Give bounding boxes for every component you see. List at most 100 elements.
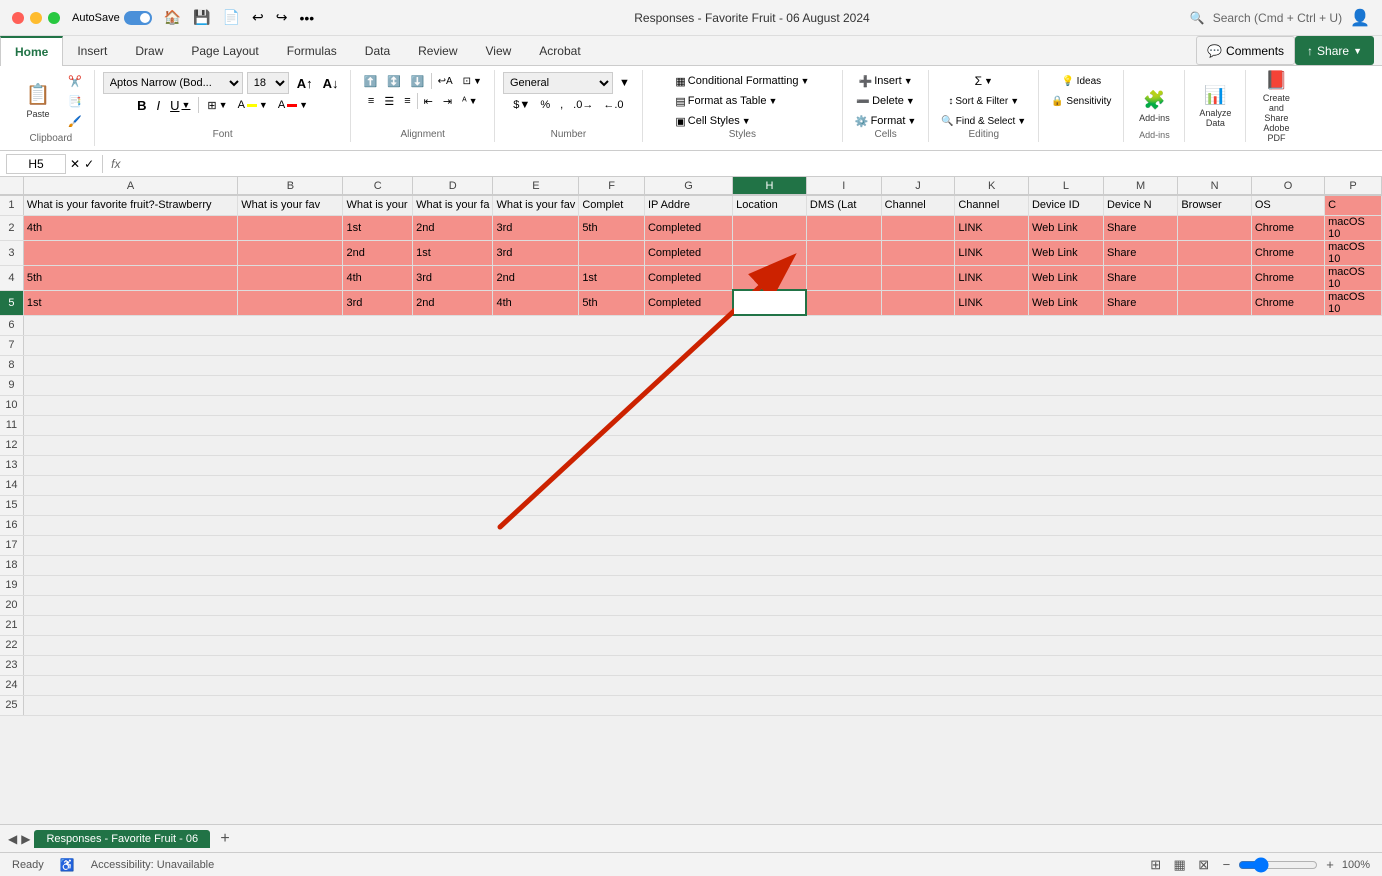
cell-M4[interactable]: Share [1103, 265, 1177, 290]
underline-button[interactable]: U ▼ [166, 96, 194, 114]
zoom-minus-button[interactable]: − [1223, 857, 1231, 872]
row-num-20[interactable]: 20 [0, 595, 23, 615]
add-sheet-button[interactable]: + [214, 828, 236, 850]
percent-button[interactable]: % [536, 96, 554, 114]
cell-H2[interactable] [733, 215, 807, 240]
cancel-formula-icon[interactable]: ✕ [70, 157, 80, 171]
fill-color-button[interactable]: A ▼ [234, 96, 272, 114]
cell-K1[interactable]: Channel [955, 195, 1029, 215]
cell-styles-button[interactable]: ▣ Cell Styles ▼ [671, 112, 813, 130]
cell-B1[interactable]: What is your fav [238, 195, 343, 215]
row-num-9[interactable]: 9 [0, 375, 23, 395]
find-select-button[interactable]: 🔍 Find & Select ▼ [937, 112, 1030, 130]
cell-F3[interactable] [579, 240, 645, 265]
cell-H3[interactable] [733, 240, 807, 265]
cell-L5[interactable]: Web Link [1028, 290, 1103, 315]
font-name-select[interactable]: Aptos Narrow (Bod... [103, 72, 243, 94]
undo-icon[interactable]: ↩ [252, 9, 264, 26]
paste-button[interactable]: 📋 Paste [16, 72, 60, 128]
cell-N1[interactable]: Browser [1178, 195, 1252, 215]
share-button[interactable]: ↑ Share ▼ [1295, 36, 1374, 65]
normal-view-button[interactable]: ⊞ [1145, 856, 1167, 874]
conditional-formatting-button[interactable]: ▦ Conditional Formatting ▼ [671, 72, 813, 90]
tab-draw[interactable]: Draw [121, 36, 177, 65]
autosave-toggle[interactable] [124, 11, 152, 25]
bold-button[interactable]: B [133, 96, 150, 114]
increase-font-button[interactable]: A↑ [293, 74, 317, 92]
border-button[interactable]: ⊞ ▼ [203, 96, 231, 114]
cell-A4[interactable]: 5th [23, 265, 237, 290]
cell-J5[interactable] [881, 290, 955, 315]
row-num-25[interactable]: 25 [0, 695, 23, 715]
col-header-I[interactable]: I [806, 177, 881, 195]
cell-I5[interactable] [806, 290, 881, 315]
tab-home[interactable]: Home [0, 36, 63, 66]
align-middle-button[interactable]: ↕️ [383, 72, 405, 90]
sheet-tab-active[interactable]: Responses - Favorite Fruit - 06 [34, 830, 210, 848]
ideas-button[interactable]: 💡 Ideas [1057, 72, 1105, 90]
cell-M1[interactable]: Device N [1103, 195, 1177, 215]
row-num-18[interactable]: 18 [0, 555, 23, 575]
format-painter-button[interactable]: 🖌️ [64, 112, 86, 130]
row-num-2[interactable]: 2 [0, 215, 23, 240]
window-controls[interactable] [12, 12, 60, 24]
cell-O5[interactable]: Chrome [1251, 290, 1324, 315]
indent-increase-button[interactable]: ⇥ [439, 92, 456, 110]
row-num-15[interactable]: 15 [0, 495, 23, 515]
cell-I3[interactable] [806, 240, 881, 265]
confirm-formula-icon[interactable]: ✓ [84, 157, 94, 171]
cell-M5[interactable]: Share [1103, 290, 1177, 315]
italic-button[interactable]: I [152, 96, 164, 114]
cell-D2[interactable]: 2nd [413, 215, 493, 240]
sensitivity-button[interactable]: 🔒 Sensitivity [1047, 92, 1115, 110]
home-icon[interactable]: 🏠 [164, 9, 181, 26]
sum-button[interactable]: Σ ▼ [971, 72, 997, 90]
col-header-E[interactable]: E [493, 177, 579, 195]
wrap-text-button[interactable]: ↩A [434, 72, 457, 90]
cell-A1[interactable]: What is your favorite fruit?-Strawberry [23, 195, 237, 215]
zoom-slider[interactable] [1238, 857, 1318, 873]
cell-P5[interactable]: macOS 10 [1325, 290, 1382, 315]
font-color-button[interactable]: A ▼ [274, 96, 312, 114]
cell-I1[interactable]: DMS (Lat [806, 195, 881, 215]
currency-button[interactable]: $▼ [509, 96, 534, 114]
cell-M3[interactable]: Share [1103, 240, 1177, 265]
row-num-13[interactable]: 13 [0, 455, 23, 475]
row-num-17[interactable]: 17 [0, 535, 23, 555]
cell-B2[interactable] [238, 215, 343, 240]
col-header-G[interactable]: G [644, 177, 732, 195]
cell-A2[interactable]: 4th [23, 215, 237, 240]
cell-B3[interactable] [238, 240, 343, 265]
cell-A3[interactable] [23, 240, 237, 265]
cell-P4[interactable]: macOS 10 [1325, 265, 1382, 290]
row-num-19[interactable]: 19 [0, 575, 23, 595]
cell-D1[interactable]: What is your fa [413, 195, 493, 215]
cut-button[interactable]: ✂️ [64, 72, 86, 90]
cell-N2[interactable] [1178, 215, 1252, 240]
scroll-right-icon[interactable]: ▶ [21, 832, 30, 846]
align-top-button[interactable]: ⬆️ [359, 72, 381, 90]
cell-C2[interactable]: 1st [343, 215, 413, 240]
tab-formulas[interactable]: Formulas [273, 36, 351, 65]
cell-L3[interactable]: Web Link [1028, 240, 1103, 265]
cell-D5[interactable]: 2nd [413, 290, 493, 315]
text-direction-button[interactable]: ᴬ▼ [458, 92, 481, 110]
maximize-button[interactable] [48, 12, 60, 24]
close-button[interactable] [12, 12, 24, 24]
cell-J3[interactable] [881, 240, 955, 265]
col-header-D[interactable]: D [413, 177, 493, 195]
add-ins-button[interactable]: 🧩 Add-ins [1132, 78, 1176, 134]
cell-B5[interactable] [238, 290, 343, 315]
cell-G2[interactable]: Completed [644, 215, 732, 240]
minimize-button[interactable] [30, 12, 42, 24]
cell-K4[interactable]: LINK [955, 265, 1029, 290]
formula-input[interactable] [124, 154, 1376, 174]
col-header-N[interactable]: N [1178, 177, 1252, 195]
cell-P2[interactable]: macOS 10 [1325, 215, 1382, 240]
align-right-button[interactable]: ≡ [400, 92, 414, 110]
cell-O3[interactable]: Chrome [1251, 240, 1324, 265]
font-size-select[interactable]: 18 [247, 72, 289, 94]
delete-button[interactable]: ➖ Delete ▼ [852, 92, 918, 110]
cell-C5[interactable]: 3rd [343, 290, 413, 315]
format-as-table-button[interactable]: ▤ Format as Table ▼ [671, 92, 813, 110]
